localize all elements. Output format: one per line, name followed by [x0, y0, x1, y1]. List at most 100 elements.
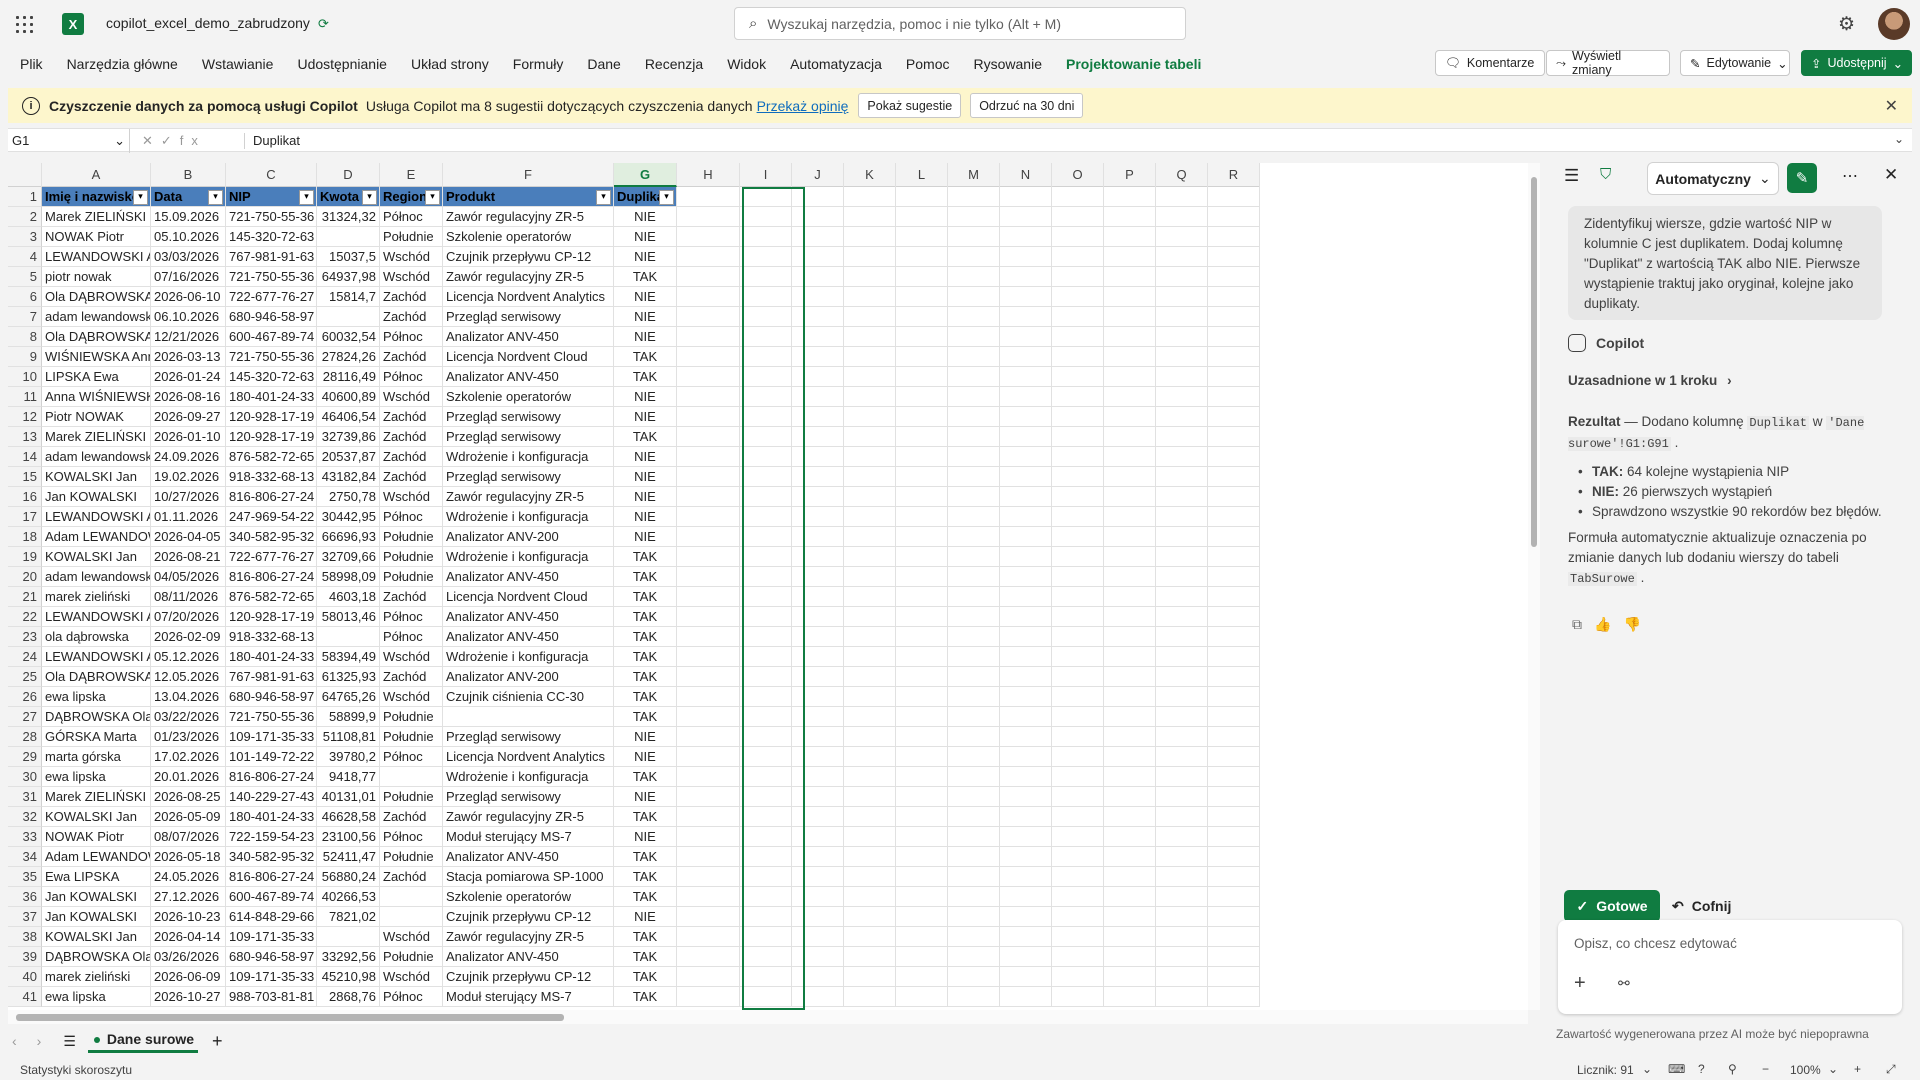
- empty-cell[interactable]: [896, 487, 948, 507]
- cell[interactable]: Czujnik przepływu CP-12: [443, 967, 614, 987]
- empty-cell[interactable]: [792, 427, 844, 447]
- tab-projektowanie-tabeli[interactable]: Projektowanie tabeli: [1054, 48, 1213, 82]
- row-number[interactable]: 31: [8, 787, 42, 807]
- empty-cell[interactable]: [792, 507, 844, 527]
- empty-cell[interactable]: [1208, 767, 1260, 787]
- cell[interactable]: 721-750-55-36: [226, 347, 317, 367]
- empty-cell[interactable]: [948, 987, 1000, 1007]
- empty-cell[interactable]: [1208, 867, 1260, 887]
- cell[interactable]: 04/05/2026: [151, 567, 226, 587]
- cell[interactable]: 05.12.2026: [151, 647, 226, 667]
- empty-cell[interactable]: [677, 487, 740, 507]
- empty-cell[interactable]: [1000, 767, 1052, 787]
- empty-cell[interactable]: [1052, 387, 1104, 407]
- empty-cell[interactable]: [1104, 887, 1156, 907]
- empty-cell[interactable]: [1104, 647, 1156, 667]
- cell[interactable]: 30442,95: [317, 507, 380, 527]
- select-all-corner[interactable]: [8, 163, 42, 187]
- empty-cell[interactable]: [740, 327, 792, 347]
- empty-cell[interactable]: [792, 587, 844, 607]
- cell[interactable]: Przegląd serwisowy: [443, 307, 614, 327]
- row-number[interactable]: 23: [8, 627, 42, 647]
- empty-cell[interactable]: [740, 727, 792, 747]
- empty-cell[interactable]: [1052, 427, 1104, 447]
- cell[interactable]: ewa lipska: [42, 987, 151, 1007]
- tab-wstawianie[interactable]: Wstawianie: [190, 48, 286, 82]
- empty-cell[interactable]: [896, 267, 948, 287]
- empty-cell[interactable]: [740, 827, 792, 847]
- cell[interactable]: Licencja Nordvent Analytics: [443, 287, 614, 307]
- empty-cell[interactable]: [1000, 227, 1052, 247]
- cell[interactable]: TAK: [614, 547, 677, 567]
- column-header-m[interactable]: M: [948, 163, 1000, 187]
- empty-cell[interactable]: [792, 187, 844, 207]
- empty-cell[interactable]: [677, 987, 740, 1007]
- empty-cell[interactable]: [1156, 607, 1208, 627]
- cell[interactable]: 2026-04-14: [151, 927, 226, 947]
- empty-cell[interactable]: [792, 327, 844, 347]
- cell[interactable]: Północ: [380, 627, 443, 647]
- cell[interactable]: Przegląd serwisowy: [443, 407, 614, 427]
- cell[interactable]: 876-582-72-65: [226, 447, 317, 467]
- row-number[interactable]: 8: [8, 327, 42, 347]
- cell[interactable]: 340-582-95-32: [226, 847, 317, 867]
- cell[interactable]: Adam LEWANDOWSKI: [42, 847, 151, 867]
- empty-cell[interactable]: [1000, 347, 1052, 367]
- empty-cell[interactable]: [1208, 247, 1260, 267]
- empty-cell[interactable]: [1156, 567, 1208, 587]
- empty-cell[interactable]: [1000, 547, 1052, 567]
- cell[interactable]: 33292,56: [317, 947, 380, 967]
- empty-cell[interactable]: [677, 407, 740, 427]
- cell[interactable]: 4603,18: [317, 587, 380, 607]
- empty-cell[interactable]: [1156, 727, 1208, 747]
- empty-cell[interactable]: [792, 307, 844, 327]
- cell[interactable]: Analizator ANV-200: [443, 667, 614, 687]
- app-launcher-icon[interactable]: [14, 14, 34, 34]
- cell[interactable]: [443, 707, 614, 727]
- empty-cell[interactable]: [1156, 227, 1208, 247]
- cell[interactable]: 10/27/2026: [151, 487, 226, 507]
- empty-cell[interactable]: [1052, 467, 1104, 487]
- empty-cell[interactable]: [1208, 887, 1260, 907]
- column-header-b[interactable]: B: [151, 163, 226, 187]
- cell[interactable]: 680-946-58-97: [226, 307, 317, 327]
- cell[interactable]: Przegląd serwisowy: [443, 427, 614, 447]
- cell[interactable]: 56880,24: [317, 867, 380, 887]
- thumbs-up-icon[interactable]: 👍: [1594, 616, 1623, 632]
- tab-udostępnianie[interactable]: Udostępnianie: [285, 48, 399, 82]
- cell[interactable]: 39780,2: [317, 747, 380, 767]
- cell[interactable]: NIE: [614, 487, 677, 507]
- cell[interactable]: TAK: [614, 687, 677, 707]
- expand-formula-icon[interactable]: ⌄: [1894, 132, 1904, 146]
- empty-cell[interactable]: [1208, 927, 1260, 947]
- empty-cell[interactable]: [948, 967, 1000, 987]
- column-header-i[interactable]: I: [740, 163, 792, 187]
- empty-cell[interactable]: [740, 567, 792, 587]
- empty-cell[interactable]: [896, 907, 948, 927]
- empty-cell[interactable]: [948, 747, 1000, 767]
- cell[interactable]: Południe: [380, 727, 443, 747]
- empty-cell[interactable]: [1052, 687, 1104, 707]
- column-header-e[interactable]: E: [380, 163, 443, 187]
- empty-cell[interactable]: [792, 747, 844, 767]
- row-number[interactable]: 33: [8, 827, 42, 847]
- cell[interactable]: 721-750-55-36: [226, 267, 317, 287]
- empty-cell[interactable]: [1104, 527, 1156, 547]
- cell[interactable]: Anna WIŚNIEWSKA: [42, 387, 151, 407]
- empty-cell[interactable]: [844, 987, 896, 1007]
- cell[interactable]: 2026-05-18: [151, 847, 226, 867]
- empty-cell[interactable]: [844, 967, 896, 987]
- column-header-r[interactable]: R: [1208, 163, 1260, 187]
- empty-cell[interactable]: [677, 807, 740, 827]
- cell[interactable]: Ola DĄBROWSKA: [42, 287, 151, 307]
- column-header-d[interactable]: D: [317, 163, 380, 187]
- empty-cell[interactable]: [1104, 767, 1156, 787]
- empty-cell[interactable]: [1156, 507, 1208, 527]
- empty-cell[interactable]: [844, 487, 896, 507]
- formula-input[interactable]: Duplikat: [244, 133, 300, 149]
- empty-cell[interactable]: [677, 187, 740, 207]
- empty-cell[interactable]: [677, 467, 740, 487]
- cell[interactable]: TAK: [614, 567, 677, 587]
- cell[interactable]: TAK: [614, 847, 677, 867]
- row-number[interactable]: 28: [8, 727, 42, 747]
